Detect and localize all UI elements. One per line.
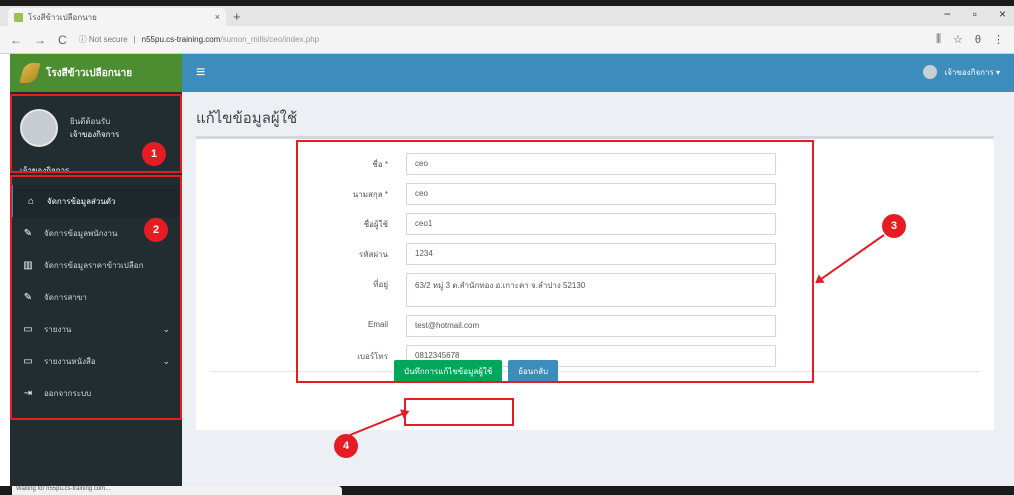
user-dropdown[interactable]: เจ้าของกิจการ ▾ — [922, 65, 1001, 79]
brand-logo[interactable]: โรงสีข้าวเปลือกนาย — [10, 54, 182, 92]
url-host: n55pu.cs-training.com — [141, 35, 221, 44]
browser-menu-icon[interactable]: ⋮ — [993, 33, 1004, 46]
page-title: แก้ไขข้อมูลผู้ใช้ — [196, 110, 298, 127]
tab-title: โรงสีข้าวเปลือกนาย — [28, 12, 97, 22]
highlight-form — [296, 140, 814, 383]
back-arrow-icon[interactable]: ← — [10, 33, 22, 47]
security-indicator[interactable]: ⓘ Not secure — [79, 34, 128, 45]
favicon-icon — [14, 12, 23, 22]
maximize-icon[interactable]: ▫ — [973, 7, 977, 21]
highlight-sidebar-menu — [10, 175, 182, 420]
tab-close-icon[interactable]: × — [215, 12, 220, 22]
hamburger-menu-icon[interactable]: ≡ — [196, 64, 205, 82]
annotation-badge-1: 1 — [142, 142, 166, 166]
browser-tab[interactable]: โรงสีข้าวเปลือกนาย × — [8, 8, 226, 26]
rice-logo-icon — [19, 63, 41, 83]
status-text: Waiting for n55pu.cs-training.com... — [12, 486, 342, 495]
reload-icon[interactable]: C — [58, 33, 67, 47]
brand-name: โรงสีข้าวเปลือกนาย — [46, 67, 133, 79]
url-field[interactable]: ⓘ Not secure | n55pu.cs-training.com/sum… — [79, 30, 924, 50]
address-bar: ← → C ⓘ Not secure | n55pu.cs-training.c… — [0, 26, 1014, 54]
account-icon[interactable]: θ — [975, 34, 981, 46]
annotation-badge-2: 2 — [144, 218, 168, 242]
minimize-icon[interactable]: − — [944, 7, 951, 21]
top-navbar: ≡ เจ้าของกิจการ ▾ — [182, 54, 1014, 92]
close-window-icon[interactable]: × — [999, 7, 1006, 21]
forward-arrow-icon[interactable]: → — [34, 33, 46, 47]
avatar — [922, 65, 937, 79]
user-dropdown-label: เจ้าของกิจการ ▾ — [944, 67, 1001, 77]
translate-icon[interactable]: ⫼ — [936, 33, 941, 46]
annotation-badge-3: 3 — [882, 214, 906, 238]
bookmark-star-icon[interactable]: ☆ — [953, 33, 963, 46]
url-separator: | — [133, 35, 136, 44]
annotation-badge-4: 4 — [334, 434, 358, 458]
highlight-save-button — [404, 398, 514, 426]
browser-tab-bar: โรงสีข้าวเปลือกนาย × + − ▫ × — [0, 0, 1014, 26]
new-tab-button[interactable]: + — [233, 9, 241, 24]
url-path: /sumon_mills/ceo/index.php — [220, 35, 320, 44]
browser-status-bar: Waiting for n55pu.cs-training.com... — [0, 486, 1014, 495]
window-controls: − ▫ × — [944, 7, 1006, 21]
